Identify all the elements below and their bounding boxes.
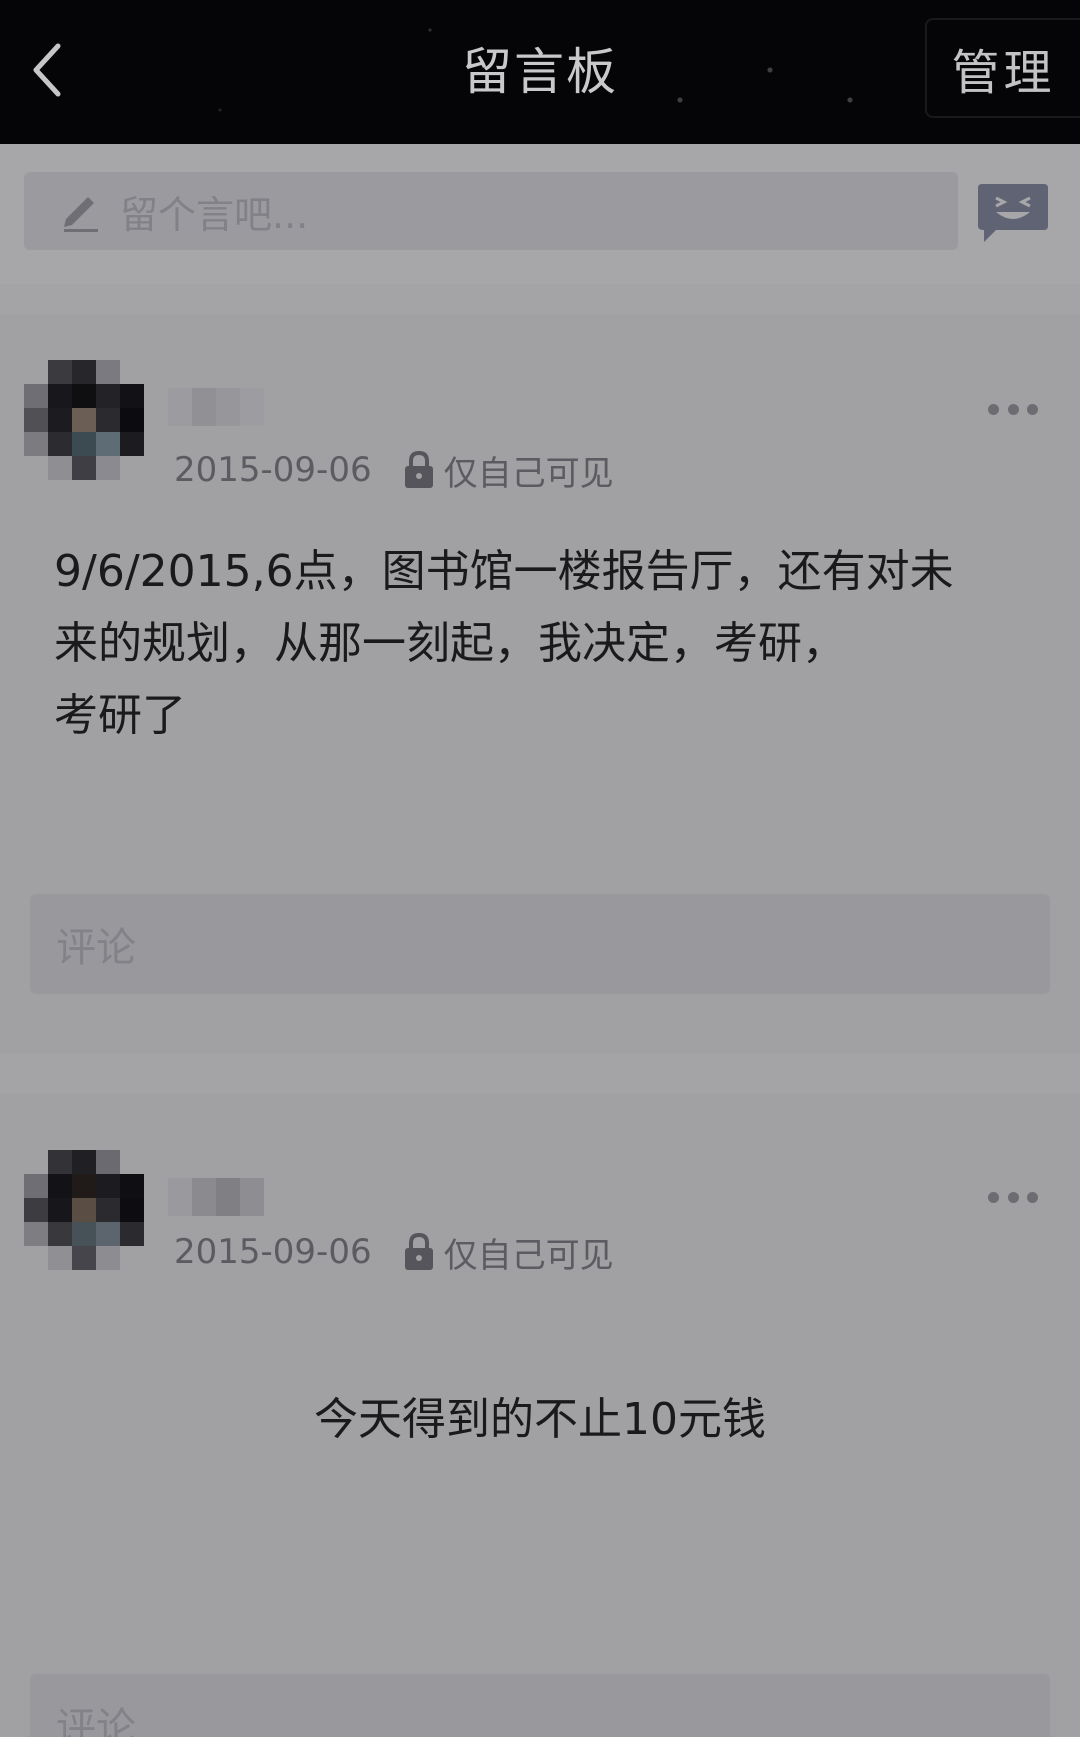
post-meta: 2015-09-06 仅自己可见 bbox=[174, 1230, 614, 1276]
post-content: 9/6/2015,6点，图书馆一楼报告厅，还有对未 来的规划，从那一刻起，我决定… bbox=[54, 536, 1034, 752]
emoji-icon bbox=[978, 184, 1048, 242]
post-date: 2015-09-06 bbox=[174, 1232, 372, 1272]
manage-button[interactable]: 管理 bbox=[925, 18, 1080, 118]
lock-icon bbox=[404, 1232, 433, 1270]
more-options-button[interactable] bbox=[988, 394, 1038, 424]
more-dots-icon bbox=[988, 403, 999, 415]
content-line: 来的规划，从那一刻起，我决定，考研， bbox=[54, 618, 846, 669]
username[interactable] bbox=[168, 1178, 264, 1216]
app-header: 留言板 管理 bbox=[0, 0, 1080, 144]
message-card: 2015-09-06 仅自己可见 今天得到的不止10元钱 评论 bbox=[0, 1094, 1080, 1737]
visibility-label: 仅自己可见 bbox=[443, 1235, 614, 1276]
post-content: 今天得到的不止10元钱 bbox=[0, 1384, 1080, 1456]
post-date: 2015-09-06 bbox=[174, 450, 372, 490]
username[interactable] bbox=[168, 388, 264, 426]
more-options-button[interactable] bbox=[988, 1182, 1038, 1212]
emoji-button[interactable] bbox=[976, 180, 1050, 246]
content-line: 考研了 bbox=[54, 690, 186, 741]
post-meta: 2015-09-06 仅自己可见 bbox=[174, 448, 614, 494]
content-line: 9/6/2015,6点，图书馆一楼报告厅，还有对未 bbox=[54, 546, 954, 597]
avatar[interactable] bbox=[24, 1150, 144, 1270]
content-line: 今天得到的不止10元钱 bbox=[314, 1394, 766, 1445]
message-card: 2015-09-06 仅自己可见 9/6/2015,6点，图书馆一楼报告厅，还有… bbox=[0, 314, 1080, 1054]
lock-icon bbox=[404, 450, 433, 488]
comment-input[interactable]: 评论 bbox=[30, 894, 1050, 994]
comment-input[interactable]: 评论 bbox=[30, 1674, 1050, 1737]
composer-bar: 留个言吧... bbox=[0, 144, 1080, 284]
page-title: 留言板 bbox=[462, 43, 618, 101]
message-input-placeholder: 留个言吧... bbox=[120, 192, 309, 237]
more-dots-icon bbox=[988, 1191, 999, 1203]
avatar[interactable] bbox=[24, 360, 144, 480]
visibility-label: 仅自己可见 bbox=[443, 453, 614, 494]
message-input[interactable]: 留个言吧... bbox=[24, 172, 958, 250]
pencil-icon bbox=[64, 197, 98, 232]
